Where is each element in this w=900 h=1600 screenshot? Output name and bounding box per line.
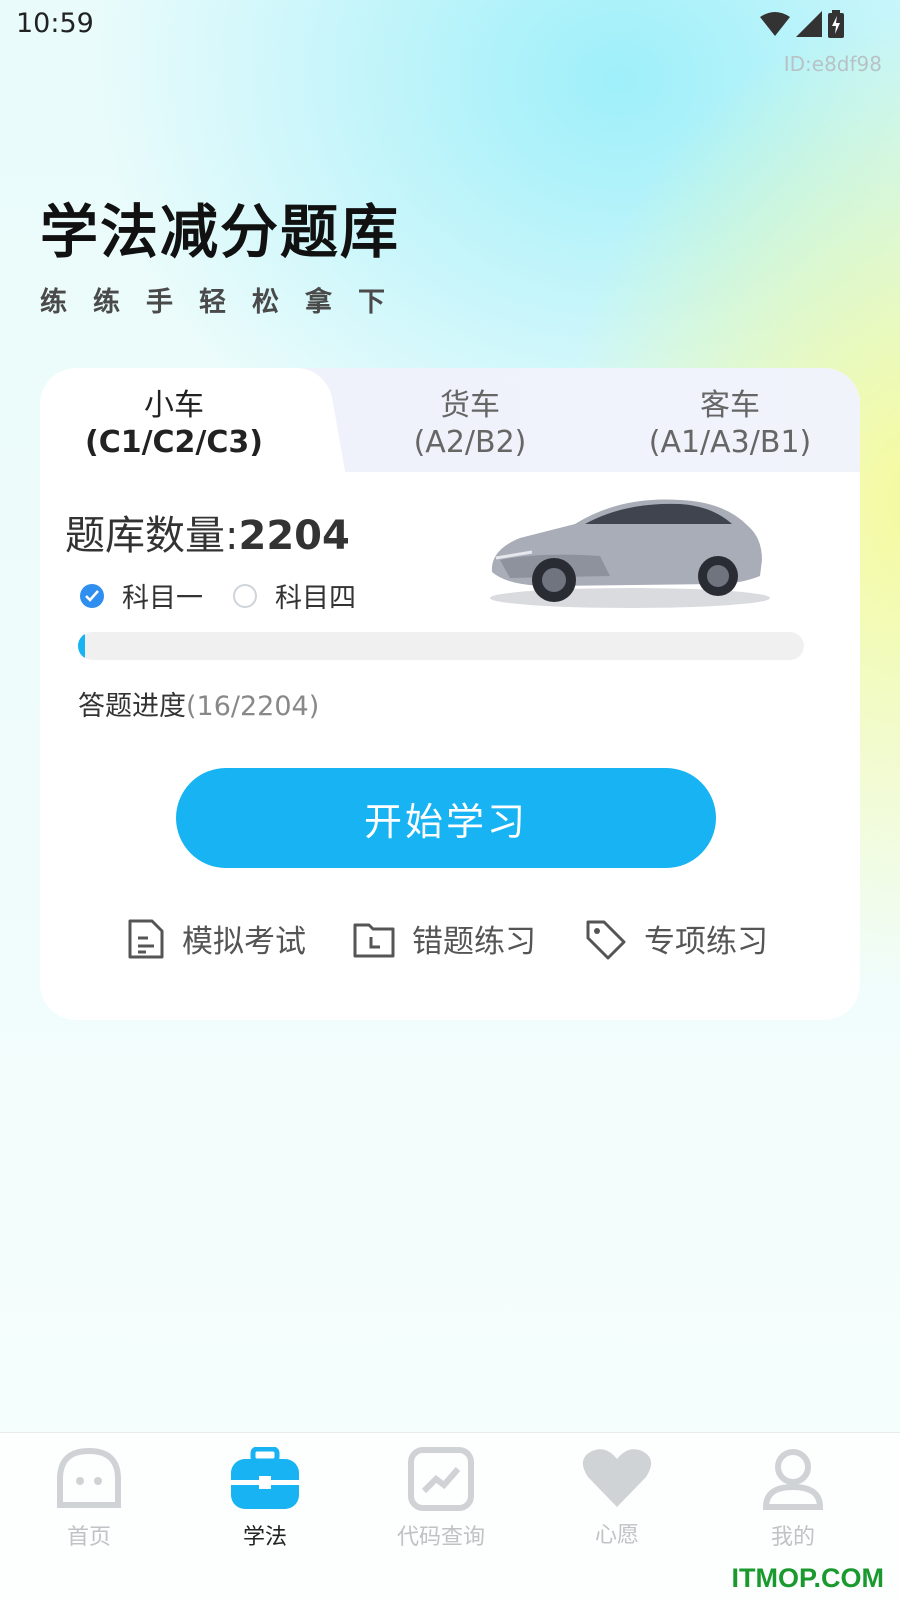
tab-car-sub: (C1/C2/C3) <box>84 425 263 460</box>
bank-count: 题库数量:2204 <box>65 503 350 561</box>
car-image <box>490 499 770 608</box>
question-bank-card: 小车 (C1/C2/C3) 货车 (A2/B2) 客车 (A1/A3/B1) 题… <box>40 368 860 1020</box>
tab-home[interactable]: 首页 <box>14 1447 164 1551</box>
toolbox-icon <box>231 1446 299 1509</box>
watermark: ITMOP.COM <box>731 1563 884 1593</box>
status-time: 10:59 <box>16 8 94 39</box>
status-bar: 10:59 <box>0 0 900 50</box>
page-title: 学法减分题库 <box>40 198 401 266</box>
check-icon <box>80 583 104 608</box>
tab-bus-sub: (A1/A3/B1) <box>648 425 812 460</box>
wrong-practice-label: 错题练习 <box>412 924 536 960</box>
subject-label-4: 科目四 <box>275 583 356 614</box>
tab-home-label: 首页 <box>66 1525 111 1550</box>
tab-car[interactable]: 小车 (C1/C2/C3) <box>40 368 308 472</box>
start-study-button[interactable]: 开始学习 <box>176 768 716 868</box>
tab-code-query[interactable]: 代码查询 <box>366 1447 516 1551</box>
tab-law-label: 学法 <box>242 1525 287 1550</box>
tab-bus[interactable]: 客车 (A1/A3/B1) <box>600 368 860 472</box>
progress-text: 答题进度(16/2204) <box>78 684 319 723</box>
tab-bus-label: 客车 <box>700 388 760 423</box>
chart-up-icon <box>408 1447 474 1511</box>
wrong-practice-button[interactable]: 错题练习 <box>352 916 536 961</box>
tab-truck-sub: (A2/B2) <box>413 425 527 460</box>
mock-exam-label: 模拟考试 <box>182 924 306 960</box>
vehicle-tabs: 小车 (C1/C2/C3) 货车 (A2/B2) 客车 (A1/A3/B1) <box>40 368 860 472</box>
subject-radio-4[interactable]: 科目四 <box>233 576 356 615</box>
tab-mine-label: 我的 <box>770 1525 815 1550</box>
tab-law[interactable]: 学法 <box>190 1446 340 1551</box>
tab-mine[interactable]: 我的 <box>718 1447 868 1551</box>
heart-icon <box>582 1449 652 1507</box>
special-practice-label: 专项练习 <box>644 924 768 960</box>
home-face-icon <box>57 1447 121 1508</box>
wifi-icon <box>760 12 790 36</box>
tab-truck[interactable]: 货车 (A2/B2) <box>340 368 600 472</box>
special-practice-button[interactable]: 专项练习 <box>584 916 768 961</box>
practice-actions: 模拟考试 错题练习 专项练习 <box>40 916 860 962</box>
progress-label: 答题进度 <box>78 691 186 722</box>
mock-exam-button[interactable]: 模拟考试 <box>126 916 306 961</box>
tag-icon <box>586 920 626 959</box>
tab-car-label: 小车 <box>144 388 204 423</box>
radio-empty-icon <box>233 583 257 608</box>
bank-count-value: 2204 <box>238 513 350 559</box>
progress-bar <box>78 632 804 660</box>
progress-value: (16/2204) <box>186 691 320 722</box>
status-icons <box>760 10 844 38</box>
subject-label-1: 科目一 <box>122 583 203 614</box>
tab-truck-label: 货车 <box>440 388 500 423</box>
bank-count-label: 题库数量: <box>65 513 239 559</box>
tab-code-query-label: 代码查询 <box>396 1525 485 1550</box>
folder-clock-icon <box>353 923 395 957</box>
signal-icon <box>796 11 822 37</box>
exam-doc-icon <box>128 919 164 958</box>
subject-radio-1[interactable]: 科目一 <box>80 576 203 615</box>
tab-wish[interactable]: 心愿 <box>542 1447 692 1549</box>
user-icon <box>762 1449 824 1510</box>
battery-charging-icon <box>828 10 844 38</box>
page-subtitle: 练练手轻松拿下 <box>40 287 411 318</box>
tab-wish-label: 心愿 <box>594 1523 639 1548</box>
subject-selector: 科目一 科目四 <box>80 576 386 615</box>
progress-fill <box>78 632 86 660</box>
device-id: ID:e8df98 <box>783 52 882 76</box>
